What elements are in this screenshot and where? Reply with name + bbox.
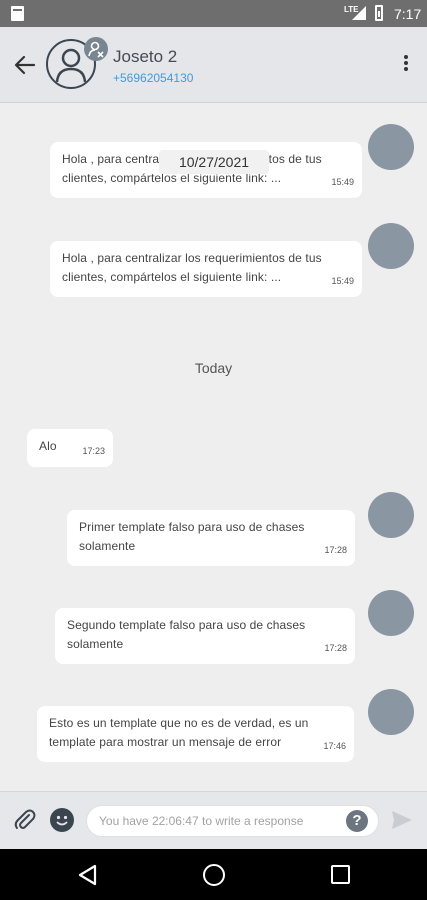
message-input[interactable]: You have 22:06:47 to write a response ? xyxy=(86,805,379,837)
message-list[interactable]: Hola , para centralizar los requerimient… xyxy=(0,103,427,791)
more-vertical-icon[interactable] xyxy=(396,55,416,77)
message-bubble-outgoing[interactable]: Hola , para centralizar los requerimient… xyxy=(50,241,362,297)
sender-avatar xyxy=(368,689,414,735)
sender-avatar xyxy=(368,492,414,538)
status-time: 7:17 xyxy=(394,6,422,22)
message-time: 15:49 xyxy=(331,276,354,286)
emoji-icon[interactable] xyxy=(50,808,74,832)
sender-avatar xyxy=(368,590,414,636)
chat-header: Joseto 2 +56962054130 xyxy=(0,27,427,103)
nav-back-icon[interactable] xyxy=(76,864,100,886)
message-bubble-incoming[interactable]: Alo 17:23 xyxy=(27,429,113,467)
message-time: 17:28 xyxy=(324,643,347,653)
message-time: 17:28 xyxy=(324,545,347,555)
notification-icon xyxy=(11,6,24,21)
date-chip: 10/27/2021 xyxy=(159,150,269,174)
paperclip-icon[interactable] xyxy=(12,807,38,833)
system-nav-bar xyxy=(0,849,427,900)
message-text: Esto es un template que no es de verdad,… xyxy=(49,716,309,749)
signal-icon xyxy=(352,6,366,20)
message-time: 17:23 xyxy=(82,446,105,456)
contact-badge-icon xyxy=(84,37,108,61)
nav-recents-icon[interactable] xyxy=(331,865,350,884)
message-input-placeholder: You have 22:06:47 to write a response xyxy=(99,814,304,828)
send-icon[interactable] xyxy=(390,808,414,832)
day-separator: Today xyxy=(194,360,233,376)
message-bubble-outgoing[interactable]: Esto es un template que no es de verdad,… xyxy=(37,706,354,762)
help-icon[interactable]: ? xyxy=(346,810,368,832)
message-time: 17:46 xyxy=(323,741,346,751)
sender-avatar xyxy=(368,223,414,269)
message-text: Hola , para centralizar los requerimient… xyxy=(62,251,322,284)
message-bubble-outgoing[interactable]: Segundo template falso para uso de chase… xyxy=(55,608,355,664)
message-bubble-outgoing[interactable]: Primer template falso para uso de chases… xyxy=(67,510,355,566)
contact-name: Joseto 2 xyxy=(113,47,178,66)
arrow-left-icon[interactable] xyxy=(12,52,38,78)
contact-phone[interactable]: +56962054130 xyxy=(113,71,193,85)
battery-icon xyxy=(375,5,383,21)
message-time: 15:49 xyxy=(331,177,354,187)
sender-avatar xyxy=(368,124,414,170)
composer-bar: You have 22:06:47 to write a response ? xyxy=(0,791,427,849)
nav-home-icon[interactable] xyxy=(203,864,225,886)
message-text: Segundo template falso para uso de chase… xyxy=(67,618,306,651)
status-bar: LTE 7:17 xyxy=(0,0,427,27)
message-text: Primer template falso para uso de chases… xyxy=(79,520,305,553)
